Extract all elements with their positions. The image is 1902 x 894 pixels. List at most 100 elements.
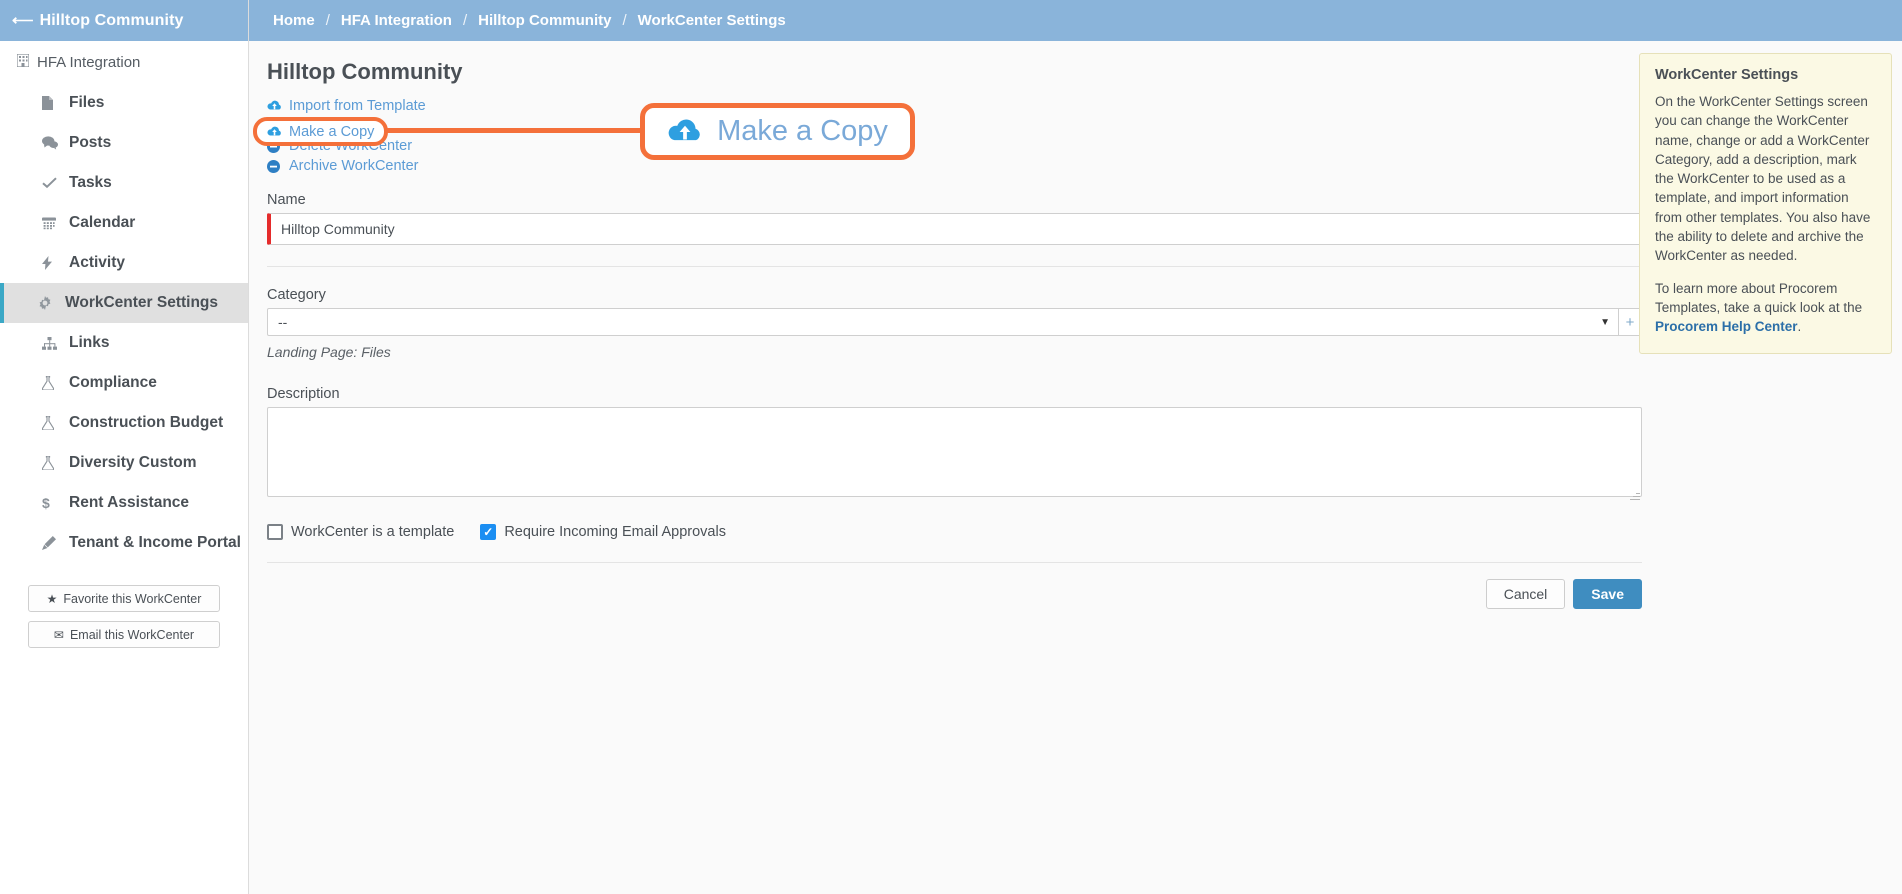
callout-highlight-ring: Make a Copy	[253, 117, 388, 146]
workcenter-action-links: Import from Template Make a Copy Delete …	[267, 96, 1878, 176]
sidebar-item-label: Links	[69, 334, 110, 351]
archive-workcenter-link[interactable]: Archive WorkCenter	[267, 156, 418, 176]
sidebar-item-tasks[interactable]: Tasks	[0, 163, 248, 203]
dollar-icon: $	[42, 496, 69, 510]
favorite-workcenter-label: Favorite this WorkCenter	[63, 591, 202, 606]
sidebar-item-label: Posts	[69, 134, 112, 151]
app-root: ⟵ Hilltop Community HFA Integration File…	[0, 0, 1902, 894]
require-email-approvals-checkbox[interactable]: ✓	[480, 524, 497, 540]
callout-magnified-label: Make a Copy	[717, 115, 888, 147]
category-select-row: -- ▼ +	[267, 308, 1642, 336]
sidebar-item-label: Calendar	[69, 214, 136, 231]
sidebar-action-buttons: ★ Favorite this WorkCenter ✉ Email this …	[0, 563, 248, 648]
sidebar-item-label: Diversity Custom	[69, 454, 197, 471]
checkbox-row: WorkCenter is a template ✓ Require Incom…	[267, 524, 1878, 540]
sidebar-item-label: Rent Assistance	[69, 494, 190, 511]
favorite-workcenter-button[interactable]: ★ Favorite this WorkCenter	[28, 585, 220, 612]
sidebar-item-label: Tasks	[69, 174, 112, 191]
bolt-icon	[42, 256, 69, 270]
footer-divider	[267, 562, 1642, 563]
cloud-upload-icon	[267, 126, 289, 138]
sidebar-item-workcenter-settings[interactable]: WorkCenter Settings	[0, 283, 248, 323]
breadcrumb-item-home[interactable]: Home	[273, 12, 315, 29]
flask-icon	[42, 376, 69, 390]
help-paragraph-2: To learn more about Procorem Templates, …	[1655, 279, 1876, 337]
sidebar-item-files[interactable]: Files	[0, 83, 248, 123]
sidebar-item-label: Compliance	[69, 374, 157, 391]
star-icon: ★	[46, 591, 58, 606]
add-category-label: +	[1625, 313, 1635, 331]
help-paragraph-2-post: .	[1797, 319, 1802, 335]
description-wrap	[267, 407, 1642, 502]
callout-connector-line	[383, 128, 651, 133]
form-buttons: Cancel Save	[267, 579, 1642, 609]
cloud-upload-icon	[667, 118, 703, 146]
calendar-icon	[42, 216, 69, 230]
chevron-down-icon: ▼	[1600, 316, 1610, 328]
sidebar-header-title: Hilltop Community	[39, 11, 184, 29]
flask-icon	[42, 456, 69, 470]
cancel-button[interactable]: Cancel	[1485, 579, 1566, 609]
breadcrumb: Home / HFA Integration / Hilltop Communi…	[249, 0, 1902, 41]
sidebar-item-diversity-custom[interactable]: Diversity Custom	[0, 443, 248, 483]
workcenter-is-template-checkbox[interactable]	[267, 524, 283, 540]
sidebar-item-hfa-integration[interactable]: HFA Integration	[0, 41, 248, 83]
sidebar-item-label: Files	[69, 94, 105, 111]
cloud-upload-icon	[267, 100, 289, 112]
email-workcenter-label: Email this WorkCenter	[69, 627, 195, 642]
sidebar-nav: Files Posts Tasks Calendar Activity Work…	[0, 83, 248, 563]
sidebar-item-links[interactable]: Links	[0, 323, 248, 363]
page-title: Hilltop Community	[267, 59, 463, 84]
breadcrumb-separator: /	[325, 12, 330, 29]
sidebar-header[interactable]: ⟵ Hilltop Community	[0, 0, 248, 41]
sidebar-item-activity[interactable]: Activity	[0, 243, 248, 283]
breadcrumb-item-hfa-integration[interactable]: HFA Integration	[341, 12, 452, 29]
flask-icon	[42, 416, 69, 430]
landing-page-note: Landing Page: Files	[267, 344, 391, 360]
category-selected-value: --	[278, 314, 288, 330]
import-from-template-link[interactable]: Import from Template	[267, 96, 426, 116]
gear-icon	[38, 296, 65, 310]
arrow-left-icon[interactable]: ⟵	[12, 13, 34, 28]
svg-text:$: $	[42, 496, 50, 510]
sidebar-item-construction-budget[interactable]: Construction Budget	[0, 403, 248, 443]
help-paragraph-1: On the WorkCenter Settings screen you ca…	[1655, 94, 1871, 264]
envelope-icon: ✉	[53, 627, 64, 642]
sidebar-item-tenant-income-portal[interactable]: Tenant & Income Portal	[0, 523, 248, 563]
require-email-approvals-label: Require Incoming Email Approvals	[504, 524, 726, 540]
sidebar-item-calendar[interactable]: Calendar	[0, 203, 248, 243]
import-from-template-label: Import from Template	[289, 98, 426, 114]
sidebar-item-compliance[interactable]: Compliance	[0, 363, 248, 403]
description-field-label: Description	[267, 386, 340, 402]
sidebar-item-posts[interactable]: Posts	[0, 123, 248, 163]
description-textarea[interactable]	[267, 407, 1642, 497]
email-workcenter-button[interactable]: ✉ Email this WorkCenter	[28, 621, 220, 648]
help-paragraph-2-pre: To learn more about Procorem Templates, …	[1655, 280, 1863, 315]
breadcrumb-separator: /	[622, 12, 627, 29]
sidebar-item-label: Activity	[69, 254, 125, 271]
help-panel-body: On the WorkCenter Settings screen you ca…	[1655, 92, 1876, 337]
pencil-icon	[42, 536, 69, 550]
sidebar-root-label: HFA Integration	[37, 53, 141, 71]
help-panel: WorkCenter Settings On the WorkCenter Se…	[1639, 53, 1892, 354]
sidebar: ⟵ Hilltop Community HFA Integration File…	[0, 0, 249, 894]
sitemap-icon	[42, 336, 69, 350]
building-icon	[16, 53, 37, 70]
comments-icon	[42, 136, 69, 150]
sidebar-item-label: WorkCenter Settings	[65, 294, 219, 311]
check-icon	[42, 177, 69, 189]
category-select[interactable]: -- ▼	[267, 308, 1619, 336]
name-field-label: Name	[267, 192, 306, 208]
callout-highlight-label: Make a Copy	[289, 123, 375, 140]
sidebar-item-rent-assistance[interactable]: $ Rent Assistance	[0, 483, 248, 523]
save-button[interactable]: Save	[1573, 579, 1642, 609]
name-input[interactable]	[267, 213, 1642, 245]
archive-workcenter-label: Archive WorkCenter	[289, 158, 419, 174]
file-icon	[42, 96, 69, 110]
main-area: Home / HFA Integration / Hilltop Communi…	[249, 0, 1902, 894]
breadcrumb-item-workcenter-settings: WorkCenter Settings	[637, 12, 786, 29]
procorem-help-center-link[interactable]: Procorem Help Center	[1655, 319, 1798, 334]
callout-magnified-box: Make a Copy	[640, 103, 915, 160]
callout-highlight-inner: Make a Copy	[257, 121, 384, 142]
breadcrumb-item-hilltop-community[interactable]: Hilltop Community	[478, 12, 611, 29]
